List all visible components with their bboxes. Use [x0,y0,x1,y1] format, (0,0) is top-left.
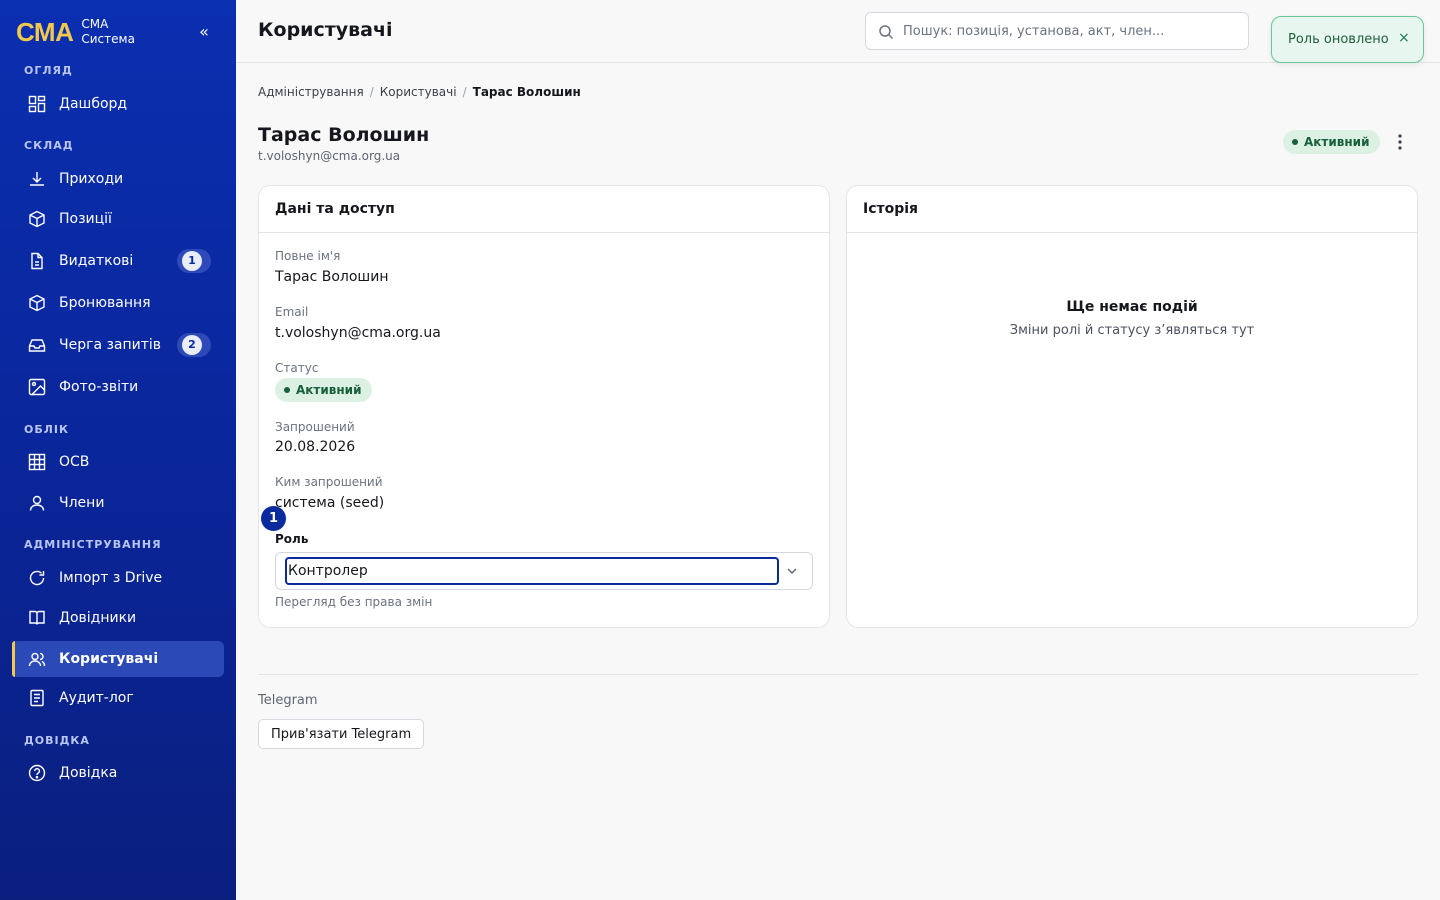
empty-state-subtitle: Зміни ролі й статусу з’являться тут [1009,323,1255,338]
grid-icon [28,453,46,471]
sidebar-item-receipts[interactable]: Приходи [12,161,224,197]
sidebar-item-label: Бронювання [59,295,151,311]
sidebar-item-label: Користувачі [59,651,159,667]
sidebar-item-audit-log[interactable]: Аудит-лог [12,680,224,716]
search-box[interactable] [865,12,1249,50]
breadcrumb-current: Тарас Волошин [472,85,581,99]
user-email: t.voloshyn@cma.org.ua [258,149,401,163]
sidebar: СМА СМА Система « ОГЛЯД Дашборд СКЛАД Пр… [0,0,236,900]
sidebar-item-photo-reports[interactable]: Фото-звіти [12,369,224,405]
sidebar-item-label: Імпорт з Drive [59,570,163,586]
details-card-title: Дані та доступ [259,186,829,233]
invited-by-label: Ким запрошений [275,475,383,489]
section-accounting: ОБЛІК [24,423,69,436]
users-icon [28,652,46,667]
sidebar-item-label: Позиції [59,211,112,227]
box-icon [29,294,45,312]
invited-by-value: система (seed) [275,495,385,511]
toast-text: Роль оновлено [1288,32,1389,47]
sidebar-item-label: ОСВ [59,454,90,470]
toast-close-button[interactable]: × [1398,30,1410,46]
sidebar-item-label: Фото-звіти [59,379,139,395]
email-label: Email [275,305,309,319]
invited-label: Запрошений [275,420,355,434]
count-badge-value: 1 [182,251,202,271]
sidebar-item-members[interactable]: Члени [12,485,224,521]
status-badge: Активний [1283,130,1380,154]
search-icon [879,25,894,40]
step-marker: 1 [261,506,286,531]
document-icon [31,252,43,270]
sidebar-item-label: Приходи [59,171,124,187]
sidebar-item-label: Видаткові [59,253,134,269]
full-name-label: Повне ім'я [275,249,341,263]
sidebar-item-label: Черга запитів [59,337,162,353]
sidebar-item-label: Дашборд [59,96,128,112]
inbox-icon [28,339,46,352]
collapse-sidebar-button[interactable]: « [194,20,214,44]
full-name-value: Тарас Волошин [275,269,389,285]
list-icon [30,689,44,707]
brand-line1: СМА [81,17,109,31]
count-badge-value: 2 [182,335,202,355]
role-help-text: Перегляд без права змін [275,595,433,609]
breadcrumb-users[interactable]: Користувачі [380,85,457,99]
invited-date: 20.08.2026 [275,439,356,455]
brand-line2: Система [81,32,135,46]
history-card-title: Історія [847,186,1417,233]
user-icon [29,495,45,511]
sidebar-item-osv[interactable]: ОСВ [12,444,224,480]
refresh-icon [29,570,45,586]
box-icon [29,210,45,228]
brand-logo: СМА [16,16,74,47]
sidebar-item-label: Члени [59,495,105,511]
book-icon [29,610,45,625]
count-badge: 2 [177,333,211,357]
sidebar-item-positions[interactable]: Позиції [12,201,224,237]
role-label: Роль [275,532,309,546]
breadcrumb-admin[interactable]: Адміністрування [258,85,364,99]
count-badge: 1 [177,249,211,273]
link-telegram-button[interactable]: Прив'язати Telegram [258,719,425,749]
sidebar-item-users[interactable]: Користувачі [12,641,224,677]
page-title: Користувачі [258,19,393,41]
sidebar-item-drive-import[interactable]: Імпорт з Drive [12,560,224,596]
section-admin: АДМІНІСТРУВАННЯ [24,538,162,551]
download-icon [30,172,44,186]
more-options-icon[interactable] [1390,130,1410,154]
section-warehouse: СКЛАД [24,139,74,152]
breadcrumb: Адміністрування / Користувачі / Тарас Волоши… [258,85,581,99]
divider [258,674,1418,675]
sidebar-item-label: Довідники [59,610,137,626]
role-select[interactable]: Контролер [275,552,813,590]
sidebar-item-help[interactable]: Довідка [12,755,224,791]
telegram-label: Telegram [258,693,318,708]
section-help: ДОВІДКА [24,734,90,747]
email-value: t.voloshyn@cma.org.ua [275,325,441,341]
details-card: Дані та доступ Повне ім'я Тарас Волошин … [258,185,830,628]
user-name-heading: Тарас Волошин [258,124,430,146]
status-label: Статус [275,361,319,375]
search-input[interactable] [903,21,1233,41]
status-value-badge: Активний [275,378,372,402]
sidebar-item-label: Аудит-лог [59,690,134,706]
help-icon [28,764,46,782]
sidebar-item-dashboard[interactable]: Дашборд [12,86,224,122]
role-select-value: Контролер [288,563,368,579]
history-card: Історія Ще немає подій Зміни ролі й стат… [846,185,1418,628]
section-overview: ОГЛЯД [24,64,73,77]
dashboard-icon [28,95,46,113]
chevron-down-icon [787,568,797,574]
top-bar: Користувачі [236,0,1440,63]
sidebar-item-request-queue[interactable]: Черга запитів 2 [12,327,224,363]
sidebar-item-directories[interactable]: Довідники [12,600,224,636]
sidebar-item-label: Довідка [59,765,118,781]
toast-notification: Роль оновлено × [1271,16,1424,63]
sidebar-item-bookings[interactable]: Бронювання [12,285,224,321]
image-icon [28,378,46,396]
empty-state-title: Ще немає подій [1066,299,1198,315]
sidebar-item-expenses[interactable]: Видаткові 1 [12,243,224,279]
brand-text: СМА Система [81,17,135,47]
brand[interactable]: СМА СМА Система [16,16,135,48]
